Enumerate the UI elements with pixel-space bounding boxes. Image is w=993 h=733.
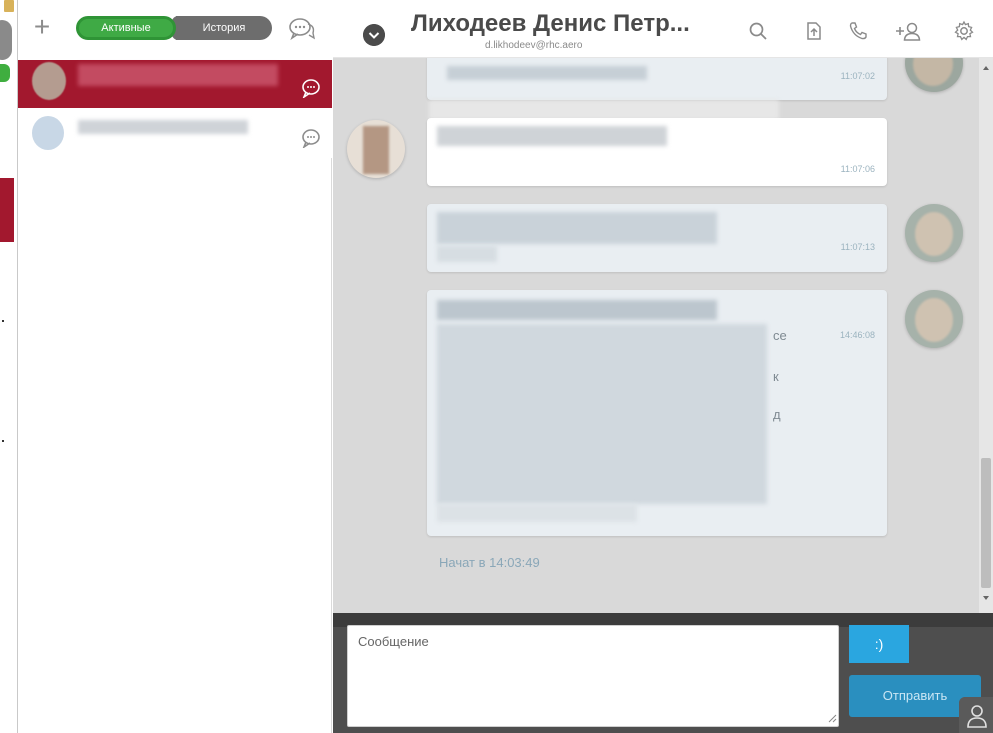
app-window: + История Активные Лиходеев Денис Петр..… (0, 0, 993, 733)
avatar (905, 58, 963, 92)
message-text-redacted (437, 126, 667, 146)
contact-name-redacted (78, 64, 278, 86)
message-scrollbar[interactable] (979, 58, 993, 613)
message-text-fragment: д (773, 407, 781, 422)
chat-title: Лиходеев Денис Петр... (411, 10, 690, 37)
message-time: 11:07:02 (840, 71, 875, 81)
chat-bubbles-icon[interactable] (288, 16, 316, 42)
message-bubble-outgoing: 11:07:13 (427, 204, 887, 272)
message-text-redacted (437, 212, 717, 244)
add-user-icon[interactable] (895, 20, 923, 42)
user-avatar[interactable] (0, 20, 12, 60)
gear-icon[interactable] (953, 20, 975, 42)
new-chat-button[interactable]: + (28, 13, 56, 42)
message-composer: :) Отправить (333, 613, 993, 733)
chat-list-panel: + История Активные (18, 0, 332, 733)
chat-list-item-active[interactable] (18, 60, 332, 108)
message-bubble-outgoing: 14:46:08 (427, 290, 887, 536)
chat-list-item[interactable] (18, 108, 332, 158)
avatar (905, 290, 963, 348)
blurred-region (429, 100, 779, 120)
message-input[interactable] (347, 625, 839, 727)
avatar (347, 120, 405, 178)
conversation-started-label: Начат в 14:03:49 (439, 555, 540, 570)
message-thread: 11:07:02 11:07:06 11:07:13 14:46:08 ce к… (333, 58, 979, 613)
message-text-redacted (437, 504, 637, 522)
chat-email: d.likhodeev@rhc.aero (485, 40, 583, 51)
folder-icon (4, 0, 14, 12)
message-text-fragment: ce (773, 328, 787, 343)
tab-active[interactable]: Активные (76, 16, 176, 40)
scroll-down-arrow-icon[interactable] (983, 596, 989, 600)
strip-divider-mark (2, 440, 4, 442)
phone-icon[interactable] (847, 20, 869, 42)
active-section-marker (0, 178, 14, 242)
chat-bubble-icon (302, 79, 320, 98)
avatar (905, 204, 963, 262)
conversation-header: Лиходеев Денис Петр... d.likhodeev@rhc.a… (333, 0, 993, 58)
chevron-down-icon[interactable] (363, 24, 385, 46)
conversation-panel: Лиходеев Денис Петр... d.likhodeev@rhc.a… (333, 0, 993, 733)
app-side-strip (0, 0, 18, 733)
message-text-redacted (437, 300, 717, 320)
user-icon[interactable] (959, 697, 993, 733)
avatar (32, 62, 66, 100)
emoji-button[interactable]: :) (849, 625, 909, 663)
tab-history[interactable]: История (176, 16, 272, 40)
contact-name-redacted (78, 120, 248, 134)
online-indicator (0, 64, 10, 82)
message-text-redacted (447, 66, 647, 80)
message-time: 11:07:13 (840, 242, 875, 252)
message-bubble-outgoing: 11:07:02 (427, 58, 887, 100)
message-time: 14:46:08 (839, 330, 875, 340)
file-upload-icon[interactable] (803, 20, 825, 42)
message-text-fragment: к (773, 369, 779, 384)
message-time: 11:07:06 (840, 164, 875, 174)
chat-list-header: + История Активные (18, 0, 332, 60)
scroll-up-arrow-icon[interactable] (983, 66, 989, 70)
message-text-redacted (437, 246, 497, 262)
message-text-redacted (437, 324, 767, 504)
avatar (32, 116, 64, 150)
scrollbar-thumb[interactable] (981, 458, 991, 588)
search-icon[interactable] (747, 20, 769, 42)
message-bubble-incoming: 11:07:06 (427, 118, 887, 186)
resize-grip-icon[interactable] (827, 713, 837, 723)
strip-divider-mark (2, 320, 4, 322)
chat-bubble-icon (302, 129, 320, 148)
